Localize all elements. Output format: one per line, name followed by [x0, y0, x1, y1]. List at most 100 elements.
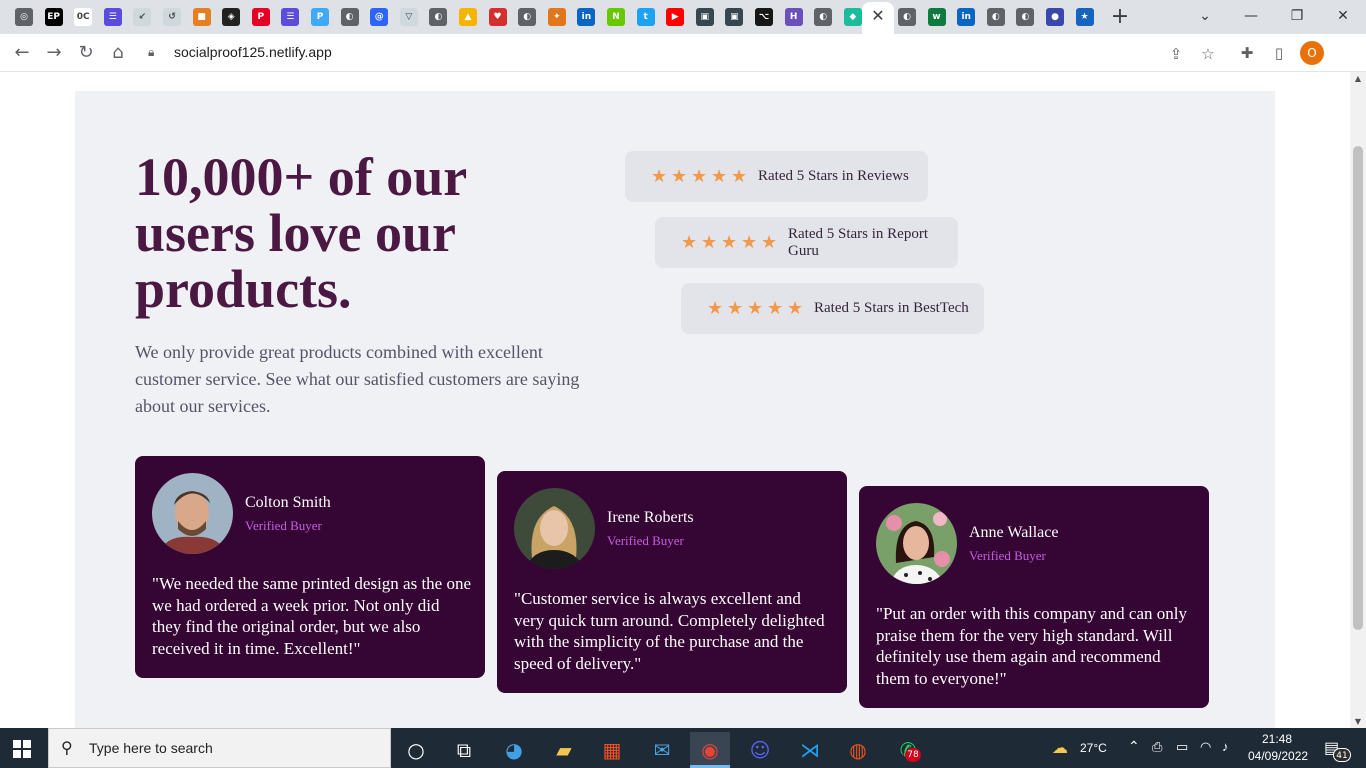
tab-favicon-12-icon[interactable]: ◐	[340, 8, 359, 26]
tab-favicon-25-icon[interactable]: ▣	[725, 8, 744, 26]
tab-favicon-36-icon[interactable]: ●	[1046, 8, 1064, 26]
tab-favicon-17-icon[interactable]: ♥	[488, 8, 507, 26]
wifi-icon[interactable]: ◠	[1200, 739, 1211, 755]
tab-favicon-7-icon[interactable]: ■	[192, 8, 211, 26]
weather-temp[interactable]: 27°C	[1080, 741, 1107, 755]
reload-icon[interactable]: ↻	[74, 41, 98, 65]
tab-favicon-8-icon[interactable]: ◈	[222, 8, 241, 26]
tab-favicon-22-icon[interactable]: t	[636, 8, 655, 26]
search-placeholder: Type here to search	[89, 740, 213, 756]
weather-icon[interactable]: ☁	[1052, 738, 1068, 758]
tab-favicon-3-icon[interactable]: 0C	[74, 8, 93, 26]
lock-icon[interactable]: 🔒︎	[148, 45, 164, 61]
taskbar-search-box[interactable]: ⚲ Type here to search	[48, 728, 391, 768]
headline: 10,000+ of our users love our products.	[135, 147, 467, 319]
tab-favicon-9-icon[interactable]: P	[251, 8, 270, 26]
rating-reviews: ★ ★ ★ ★ ★ Rated 5 Stars in Reviews	[625, 151, 928, 202]
tab-favicon-15-icon[interactable]: ◐	[429, 8, 448, 26]
clock-time[interactable]: 21:48	[1262, 732, 1292, 746]
tab-favicon-29-icon[interactable]: ◆	[843, 8, 862, 26]
tab-favicon-6-icon[interactable]: ↺	[163, 8, 181, 26]
share-icon[interactable]: ⇪	[1166, 44, 1186, 64]
scroll-up-arrow-icon[interactable]: ▲	[1353, 74, 1363, 83]
person-role: Verified Buyer	[607, 533, 684, 548]
vscode-icon[interactable]: ⋊	[790, 732, 830, 768]
testimonial-card: Irene Roberts Verified Buyer "Customer s…	[497, 471, 847, 693]
close-window-button[interactable]: ✕	[1328, 4, 1358, 28]
tab-favicon-27-icon[interactable]: H	[784, 8, 803, 26]
tab-favicon-37-icon[interactable]: ★	[1075, 8, 1094, 26]
tray-chevron-icon[interactable]: ⌃	[1128, 738, 1140, 755]
tab-favicon-24-icon[interactable]: ▣	[695, 8, 714, 26]
page-scrollbar[interactable]: ▲ ▼	[1350, 72, 1366, 728]
tab-favicon-4-icon[interactable]: ☰	[103, 8, 122, 26]
battery-icon[interactable]: ▭	[1176, 739, 1188, 755]
discord-icon[interactable]: ☺	[740, 732, 780, 768]
scroll-thumb[interactable]	[1353, 146, 1363, 630]
tab-favicon-28-icon[interactable]: ◐	[814, 8, 833, 26]
tab-favicon-11-icon[interactable]: P	[311, 8, 329, 26]
tab-favicon-23-icon[interactable]: ▶	[666, 8, 685, 26]
tab-favicon-19-icon[interactable]: ✦	[547, 8, 566, 26]
tab-favicon-35-icon[interactable]: ◐	[1016, 8, 1035, 26]
social-proof-section: 10,000+ of our users love our products. …	[75, 91, 1275, 728]
mail-icon[interactable]: ✉	[642, 732, 682, 768]
tab-favicon-21-icon[interactable]: N	[607, 8, 625, 26]
back-icon[interactable]: ←	[10, 41, 34, 65]
tab-favicon-31-icon[interactable]: ◐	[898, 8, 916, 26]
tab-favicon-13-icon[interactable]: @	[370, 8, 389, 26]
tab-favicon-2-icon[interactable]: EP	[44, 8, 63, 26]
meet-now-icon[interactable]: ⎙	[1152, 739, 1162, 755]
tab-favicon-34-icon[interactable]: ◐	[986, 8, 1005, 26]
new-tab-button[interactable]: +	[1108, 4, 1132, 30]
tab-favicon-26-icon[interactable]: ⌥	[755, 8, 773, 26]
page-viewport: 10,000+ of our users love our products. …	[0, 72, 1350, 728]
testimonial-quote: "Put an order with this company and can …	[876, 604, 1187, 688]
clock-date[interactable]: 04/09/2022	[1248, 749, 1308, 763]
tab-favicon-5-icon[interactable]: ↙	[133, 8, 152, 26]
star-icon: ★	[651, 166, 668, 187]
tab-favicon-14-icon[interactable]: ▽	[399, 8, 418, 26]
side-panel-icon[interactable]: ▯	[1269, 43, 1289, 63]
volume-icon[interactable]: ♪	[1222, 739, 1229, 754]
windows-start-icon[interactable]	[13, 740, 31, 758]
chrome-icon[interactable]: ◉	[690, 732, 730, 768]
scroll-down-arrow-icon[interactable]: ▼	[1353, 717, 1363, 726]
rating-label: Rated 5 Stars in Report Guru	[788, 225, 928, 259]
file-explorer-icon[interactable]: ▰	[544, 732, 584, 768]
testimonial-quote: "Customer service is always excellent an…	[514, 589, 825, 673]
person-role: Verified Buyer	[245, 518, 322, 533]
url-text[interactable]: socialproof125.netlify.app	[174, 44, 332, 60]
microsoft-store-icon[interactable]: ▦	[592, 732, 632, 768]
restore-button[interactable]: ❐	[1282, 4, 1312, 28]
minimize-button[interactable]: —	[1236, 4, 1266, 28]
cortana-icon[interactable]: ○	[396, 732, 436, 768]
star-icon: ★	[727, 298, 744, 319]
star-icon: ★	[787, 298, 804, 319]
star-icon: ★	[741, 232, 758, 253]
extensions-icon[interactable]: ✚	[1237, 43, 1257, 63]
tab-favicon-33-icon[interactable]: in	[957, 8, 976, 26]
tab-favicon-1-icon[interactable]: ◎	[15, 8, 33, 26]
tab-close-icon[interactable]: ✕	[869, 6, 887, 26]
tab-favicon-20-icon[interactable]: in	[577, 8, 596, 26]
edge-icon[interactable]: ◕	[494, 732, 534, 768]
tab-favicon-32-icon[interactable]: w	[927, 8, 946, 26]
forward-icon[interactable]: →	[42, 41, 66, 65]
tab-search-icon[interactable]: ⌄	[1190, 4, 1220, 28]
tab-favicon-10-icon[interactable]: ☰	[281, 8, 300, 26]
avatar	[514, 488, 595, 569]
home-icon[interactable]: ⌂	[106, 41, 130, 65]
tab-favicon-18-icon[interactable]: ◐	[518, 8, 537, 26]
star-icon: ★	[721, 232, 738, 253]
tab-favicon-16-icon[interactable]: ▲	[459, 8, 477, 26]
profile-avatar[interactable]: O	[1300, 41, 1324, 65]
bookmark-star-icon[interactable]: ☆	[1198, 44, 1218, 64]
task-view-icon[interactable]: ⧉	[444, 732, 484, 768]
ubuntu-icon[interactable]: ◍	[838, 732, 878, 768]
rating-label: Rated 5 Stars in BestTech	[814, 300, 969, 316]
star-rating: ★ ★ ★ ★ ★	[681, 232, 778, 253]
address-bar[interactable]: 🔒︎ socialproof125.netlify.app ⇪ ☆	[140, 38, 1226, 68]
rating-label: Rated 5 Stars in Reviews	[758, 168, 909, 184]
avatar	[152, 473, 233, 554]
